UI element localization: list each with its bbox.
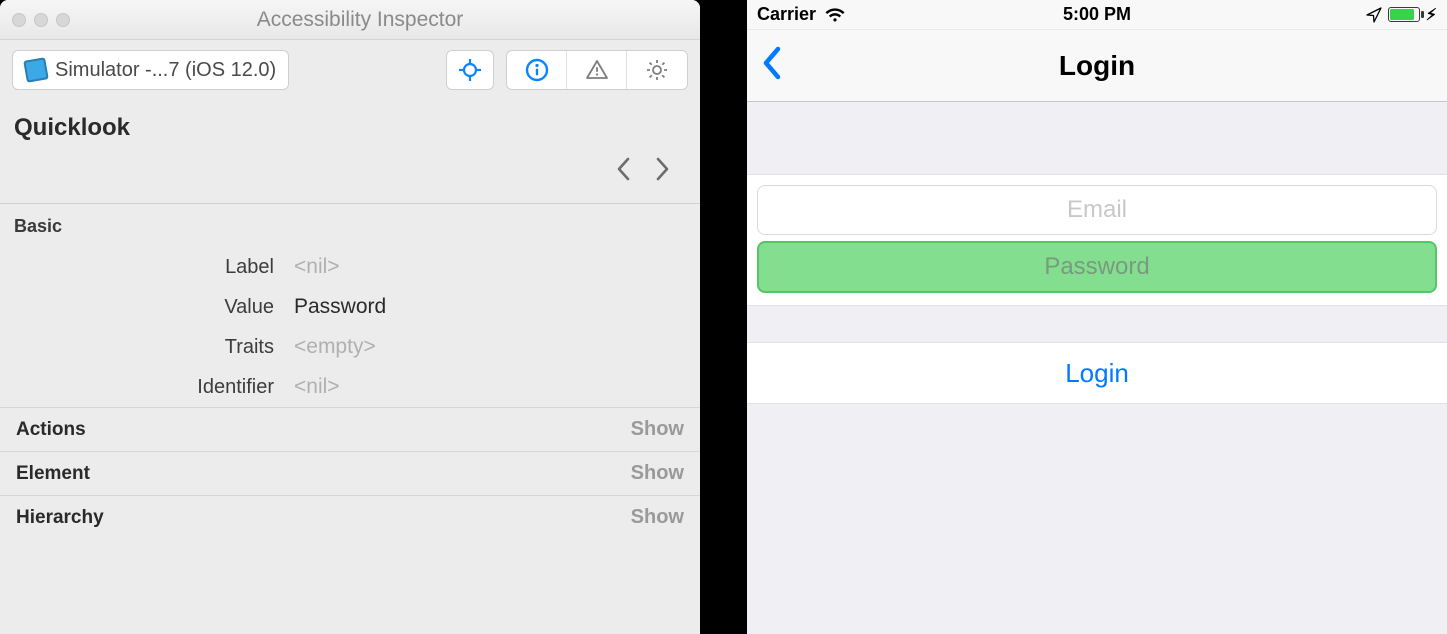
row-value: Value Password [0, 287, 700, 327]
warning-icon [585, 58, 609, 82]
battery-icon [1388, 7, 1420, 22]
charging-icon: ⚡︎ [1426, 5, 1437, 25]
basic-heading: Basic [0, 204, 700, 247]
hierarchy-show: Show [631, 506, 684, 529]
email-field[interactable]: Email [757, 185, 1437, 235]
actions-label: Actions [16, 419, 86, 441]
chevron-left-icon [614, 156, 632, 182]
chevron-left-icon [761, 45, 783, 81]
next-element-button[interactable] [654, 156, 672, 189]
carrier-label: Carrier [757, 4, 816, 25]
window-title: Accessibility Inspector [82, 8, 638, 32]
traffic-lights [12, 13, 70, 27]
element-section[interactable]: Element Show [0, 451, 700, 495]
location-icon [1366, 7, 1382, 23]
identifier-value: <nil> [294, 375, 340, 399]
accessibility-inspector-window: Accessibility Inspector Simulator -...7 … [0, 0, 700, 634]
traits-value: <empty> [294, 335, 376, 359]
password-placeholder: Password [1044, 253, 1149, 281]
wifi-icon [824, 7, 846, 23]
row-traits: Traits <empty> [0, 327, 700, 367]
hierarchy-section[interactable]: Hierarchy Show [0, 495, 700, 539]
point-to-inspect-button[interactable] [446, 50, 494, 90]
chevron-right-icon [654, 156, 672, 182]
navigation-bar: Login [747, 30, 1447, 102]
minimize-window-button[interactable] [34, 13, 48, 27]
label-value: <nil> [294, 255, 340, 279]
window-titlebar: Accessibility Inspector [0, 0, 700, 40]
login-form: Email Password [747, 174, 1447, 306]
simulator-icon [23, 57, 48, 82]
label-key: Label [14, 256, 294, 279]
nav-title: Login [747, 50, 1447, 82]
login-row: Login [747, 342, 1447, 404]
zoom-window-button[interactable] [56, 13, 70, 27]
password-field[interactable]: Password [757, 241, 1437, 293]
value-value: Password [294, 295, 386, 319]
inspection-tab[interactable] [507, 51, 567, 89]
ios-simulator-screen: Carrier 5:00 PM ⚡︎ Login Email Password … [747, 0, 1447, 634]
inspector-toolbar: Simulator -...7 (iOS 12.0) [0, 40, 700, 104]
settings-tab[interactable] [627, 51, 687, 89]
row-label: Label <nil> [0, 247, 700, 287]
close-window-button[interactable] [12, 13, 26, 27]
quicklook-heading: Quicklook [0, 104, 700, 150]
actions-section[interactable]: Actions Show [0, 407, 700, 451]
info-icon [525, 58, 549, 82]
identifier-key: Identifier [14, 376, 294, 399]
previous-element-button[interactable] [614, 156, 632, 189]
reticle-icon [458, 58, 482, 82]
element-label: Element [16, 463, 90, 485]
gear-icon [645, 58, 669, 82]
value-key: Value [14, 296, 294, 319]
traits-key: Traits [14, 336, 294, 359]
actions-show: Show [631, 418, 684, 441]
row-identifier: Identifier <nil> [0, 367, 700, 407]
inspector-mode-group [506, 50, 688, 90]
target-selector[interactable]: Simulator -...7 (iOS 12.0) [12, 50, 289, 90]
target-label: Simulator -...7 (iOS 12.0) [55, 59, 276, 82]
login-button[interactable]: Login [1065, 358, 1129, 389]
element-nav [0, 150, 700, 203]
status-time: 5:00 PM [747, 4, 1447, 25]
status-bar: Carrier 5:00 PM ⚡︎ [747, 0, 1447, 30]
audit-tab[interactable] [567, 51, 627, 89]
element-show: Show [631, 462, 684, 485]
hierarchy-label: Hierarchy [16, 507, 104, 529]
email-placeholder: Email [1067, 196, 1127, 224]
back-button[interactable] [747, 45, 797, 86]
